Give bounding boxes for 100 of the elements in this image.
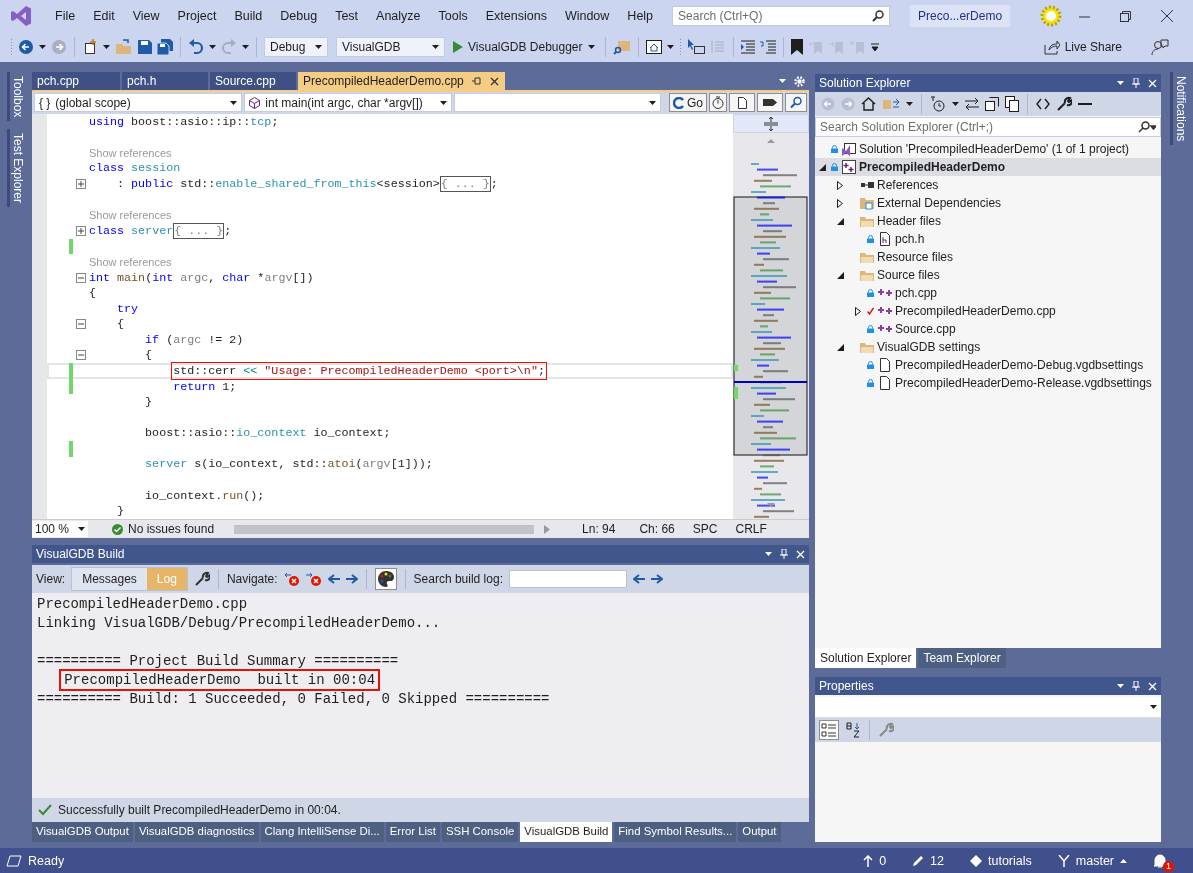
tool-window-tab[interactable]: VisualGDB Output (32, 822, 133, 842)
tag-icon[interactable] (757, 93, 783, 113)
save-icon[interactable] (138, 40, 152, 54)
categorized-icon[interactable] (821, 722, 837, 738)
menu-item[interactable]: Debug (271, 9, 327, 23)
overflow-icon[interactable] (870, 43, 879, 51)
menu-item[interactable]: Extensions (476, 9, 556, 23)
tree-item[interactable]: PrecompiledHeaderDemo.cpp (815, 302, 1161, 320)
tree-item[interactable]: PrecompiledHeaderDemo-Release.vgdbsettings (815, 374, 1161, 392)
expand-toggle[interactable] (76, 179, 86, 190)
menu-item[interactable]: Window (555, 9, 619, 23)
go-button[interactable]: Go (669, 93, 707, 113)
line-ending[interactable]: CRLF (735, 522, 767, 536)
overflow-icon[interactable] (666, 45, 674, 49)
collapse-toggle[interactable] (76, 272, 86, 283)
find-in-files-icon[interactable] (612, 39, 631, 55)
indentation-mode[interactable]: SPC (692, 522, 718, 536)
bookmark-icon[interactable] (790, 39, 803, 55)
previous-error-icon[interactable] (283, 571, 300, 587)
expanded-arrow-icon[interactable] (836, 217, 844, 225)
caret-icon[interactable] (906, 102, 913, 106)
tree-item[interactable]: pch.h (815, 230, 1161, 248)
scope-dropdown[interactable]: { } (global scope) (34, 93, 243, 113)
copy-icon[interactable] (1005, 96, 1019, 112)
tree-item[interactable]: VisualGDB settings (815, 338, 1161, 356)
issues-status[interactable]: No issues found (128, 522, 215, 536)
caret-icon[interactable] (952, 102, 959, 106)
arrow-left-icon[interactable] (632, 574, 645, 584)
wrench-icon[interactable] (193, 571, 210, 587)
collapse-all-icon[interactable] (985, 97, 999, 111)
tree-item[interactable]: Source files (815, 266, 1161, 284)
menu-item[interactable]: Project (168, 9, 226, 23)
live-share-button[interactable]: Live Share (1040, 37, 1125, 57)
member-dropdown[interactable]: int main(int argc, char *argv[]) (244, 93, 452, 113)
menu-item[interactable]: Edit (84, 9, 124, 23)
tree-item[interactable]: References (815, 176, 1161, 194)
tool-window-tab[interactable]: VisualGDB diagnostics (134, 822, 259, 842)
expanded-arrow-icon[interactable] (836, 343, 844, 351)
feedback-icon[interactable] (1151, 39, 1169, 55)
tool-window-tab[interactable]: Output (738, 822, 781, 842)
search-icon[interactable] (785, 93, 807, 113)
tool-window-tab[interactable]: Clang IntelliSense Di... (260, 822, 384, 842)
panel-tab[interactable]: Team Explorer (918, 648, 1006, 668)
search-field[interactable] (508, 570, 627, 588)
side-tab[interactable]: Toolbox (6, 72, 26, 122)
document-tab[interactable]: pch.h (122, 72, 208, 90)
outdent-icon[interactable] (759, 40, 776, 54)
menu-item[interactable]: Tools (429, 9, 477, 23)
expanded-arrow-icon[interactable] (818, 163, 826, 171)
arrow-left-icon[interactable] (327, 574, 340, 584)
sync-icon[interactable] (965, 97, 979, 111)
collapse-toggle[interactable] (76, 319, 86, 330)
tree-item[interactable]: External Dependencies (815, 194, 1161, 212)
tree-item[interactable]: Source.cpp (815, 320, 1161, 338)
tool-window-tab[interactable]: VisualGDB Build (520, 822, 613, 842)
settings-icon[interactable] (794, 75, 805, 87)
new-item-icon[interactable] (82, 39, 98, 55)
expanded-arrow-icon[interactable] (836, 271, 844, 279)
repository-selector[interactable]: tutorials (970, 853, 1032, 868)
palette-icon[interactable] (376, 570, 395, 588)
menu-item[interactable]: File (46, 9, 85, 23)
undo-icon[interactable] (188, 39, 204, 55)
switch-views-icon[interactable] (882, 96, 900, 112)
search-field[interactable]: Search (Ctrl+Q) (672, 6, 891, 26)
save-all-icon[interactable] (157, 39, 173, 55)
home-icon[interactable] (861, 97, 876, 111)
panel-tab[interactable]: Solution Explorer (815, 648, 917, 668)
view-toggle[interactable]: Messages (72, 568, 147, 590)
select-pointer-icon[interactable] (686, 39, 705, 55)
tool-window-tab[interactable]: Error List (385, 822, 440, 842)
menu-item[interactable]: Test (326, 9, 368, 23)
search-field[interactable]: Search Solution Explorer (Ctrl+;) (815, 117, 1161, 137)
next-error-icon[interactable] (305, 571, 322, 587)
tree-item[interactable]: Header files (815, 212, 1161, 230)
platform-dropdown[interactable]: VisualGDB (336, 37, 445, 57)
caret-icon[interactable] (39, 45, 46, 49)
document-tab[interactable]: pch.cpp (32, 72, 120, 90)
arrow-right-icon[interactable] (345, 574, 358, 584)
menu-item[interactable]: View (123, 9, 169, 23)
wrench-icon[interactable] (1056, 96, 1072, 112)
caret-icon[interactable] (209, 45, 216, 49)
tree-item[interactable]: pch.cpp (815, 284, 1161, 302)
pin-icon[interactable] (471, 76, 482, 86)
configuration-dropdown[interactable]: Debug (264, 37, 328, 57)
collapse-toggle[interactable] (76, 350, 86, 361)
side-tab[interactable]: Test Explorer (6, 129, 26, 208)
tree-item[interactable]: Resource files (815, 248, 1161, 266)
pending-changes[interactable]: 12 (912, 853, 944, 868)
document-icon[interactable] (729, 93, 755, 113)
horizontal-scrollbar[interactable] (234, 524, 535, 534)
arrow-right-icon[interactable] (650, 574, 663, 584)
branch-selector[interactable]: master (1057, 853, 1127, 868)
tree-item[interactable]: PrecompiledHeaderDemo (815, 158, 1161, 176)
back-icon[interactable] (18, 39, 34, 55)
notification-bell-icon[interactable] (1153, 853, 1167, 868)
caret-icon[interactable] (103, 45, 110, 49)
document-tab[interactable]: Source.cpp (210, 72, 296, 90)
alphabetical-icon[interactable] (845, 722, 861, 738)
close-icon[interactable] (1161, 10, 1173, 22)
collapsed-arrow-icon[interactable] (855, 306, 861, 316)
